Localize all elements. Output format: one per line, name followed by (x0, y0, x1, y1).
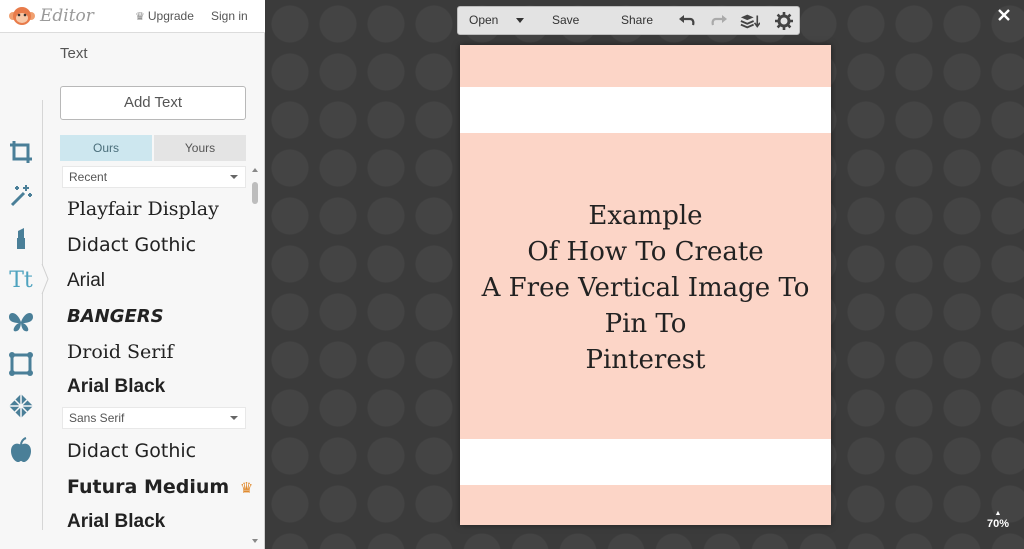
canvas-white-band-top[interactable] (460, 87, 831, 133)
scroll-down-icon[interactable] (252, 539, 258, 543)
scroll-up-icon[interactable] (252, 168, 258, 172)
editor-toolbar: Open Save Share (457, 6, 800, 35)
crop-icon[interactable] (6, 137, 36, 167)
layers-icon[interactable] (740, 11, 760, 31)
zoom-up-icon: ▲ (994, 510, 1002, 517)
rail-divider (42, 100, 43, 530)
app-logo[interactable]: Editor (8, 5, 94, 27)
font-item-didact-gothic[interactable]: Didact Gothic (67, 440, 196, 462)
zoom-control[interactable]: ▲ 70% (984, 510, 1012, 530)
frame-icon[interactable] (6, 349, 36, 379)
redo-icon[interactable] (709, 11, 729, 31)
design-canvas[interactable]: Example Of How To Create A Free Vertical… (460, 45, 831, 525)
upgrade-link[interactable]: ♛ Upgrade (135, 9, 194, 23)
font-item-label: Futura Medium (67, 476, 230, 498)
top-bar: Editor ♛ Upgrade Sign in (0, 0, 265, 33)
text-icon[interactable]: Tt (6, 265, 36, 295)
butterfly-icon[interactable] (6, 307, 36, 337)
font-category-select-sans-serif[interactable]: Sans Serif (62, 407, 246, 429)
gear-icon[interactable] (774, 11, 794, 31)
open-label: Open (469, 13, 499, 27)
tab-yours[interactable]: Yours (154, 135, 246, 161)
editor-sidebar: Editor ♛ Upgrade Sign in Tt Text Add Tex… (0, 0, 265, 549)
crown-icon: ♛ (135, 10, 145, 23)
app-title: Editor (40, 6, 94, 26)
apple-icon[interactable] (6, 435, 36, 465)
font-item-arial-black[interactable]: Arial Black (67, 376, 165, 398)
chevron-down-icon (515, 18, 524, 24)
texture-icon[interactable] (6, 391, 36, 421)
font-category-select-recent[interactable]: Recent (62, 166, 246, 188)
font-item-didact-gothic[interactable]: Didact Gothic (67, 234, 196, 256)
chevron-down-icon (230, 175, 238, 179)
tab-ours[interactable]: Ours (60, 135, 152, 161)
font-item-playfair-display[interactable]: Playfair Display (67, 198, 219, 220)
canvas-text-line: A Free Vertical Image To (481, 273, 810, 303)
font-category-label: Recent (69, 170, 108, 184)
monkey-logo-icon (9, 7, 35, 25)
canvas-white-band-bottom[interactable] (460, 439, 831, 485)
panel-title: Text (60, 45, 88, 62)
save-button[interactable]: Save (552, 7, 579, 34)
close-icon[interactable] (996, 7, 1012, 23)
lipstick-icon[interactable] (6, 223, 36, 253)
font-item-arial-black[interactable]: Arial Black (67, 511, 165, 533)
active-tool-caret (41, 264, 49, 294)
scroll-thumb[interactable] (252, 182, 258, 204)
upgrade-label: Upgrade (147, 9, 194, 23)
font-item-bangers[interactable]: BANGERS (67, 306, 164, 327)
sign-in-link[interactable]: Sign in (211, 9, 248, 23)
font-item-futura-medium[interactable]: Futura Medium ♛ (67, 476, 253, 498)
zoom-level: 70% (986, 518, 1010, 530)
canvas-text-line: Of How To Create (527, 237, 764, 267)
undo-icon[interactable] (677, 11, 697, 31)
font-item-arial[interactable]: Arial (67, 270, 105, 292)
open-button[interactable]: Open (469, 7, 524, 34)
canvas-text-block[interactable]: Example Of How To Create A Free Vertical… (460, 198, 831, 378)
canvas-text-line: Pin To (604, 309, 687, 339)
tool-rail: Tt (0, 33, 42, 549)
chevron-down-icon (230, 416, 238, 420)
canvas-text-line: Example (588, 201, 703, 231)
canvas-text-line: Pinterest (585, 345, 706, 375)
font-list-scrollbar[interactable] (250, 168, 260, 549)
font-item-droid-serif[interactable]: Droid Serif (67, 341, 174, 363)
magic-wand-icon[interactable] (6, 181, 36, 211)
font-category-label: Sans Serif (69, 411, 125, 425)
add-text-button[interactable]: Add Text (60, 86, 246, 120)
share-button[interactable]: Share (621, 7, 653, 34)
